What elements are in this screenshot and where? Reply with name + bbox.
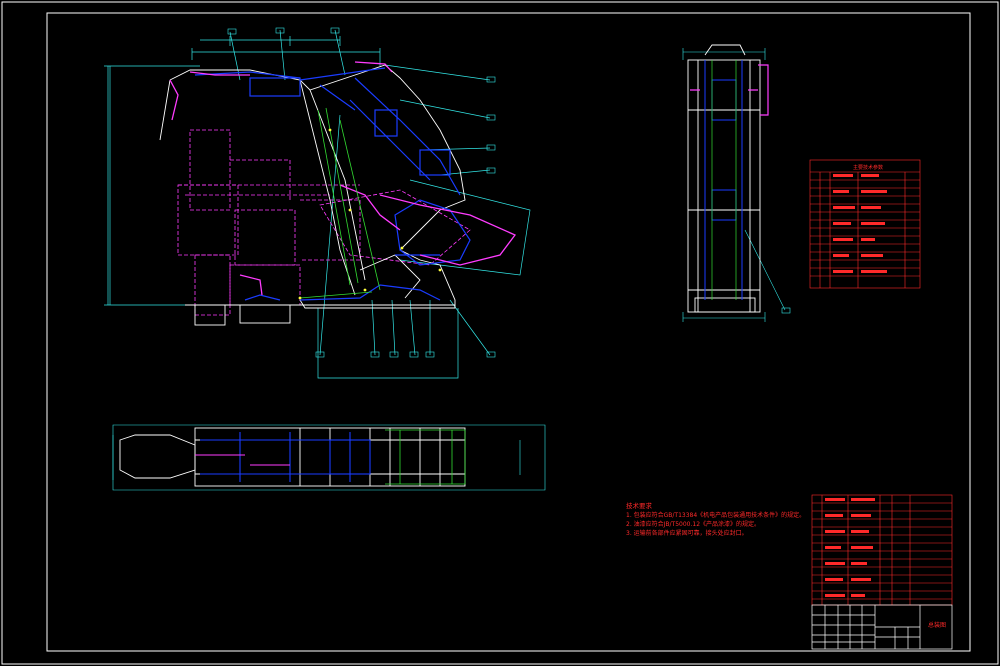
parts-list[interactable]: [811, 494, 953, 606]
top-view[interactable]: [112, 424, 546, 491]
technical-requirements-heading: 技术要求: [626, 502, 652, 510]
front-view-green: [711, 60, 737, 300]
side-view-dimensions: [104, 29, 531, 379]
parts-list-rows: [812, 495, 952, 605]
front-view-blue: [704, 60, 743, 300]
top-view-magenta: [195, 454, 290, 466]
parameter-table-title: 主要技术参数: [852, 165, 883, 171]
technical-requirement-line: 1. 包装应符合GB/T13384《机电产品包装通用技术条件》的规定。: [626, 512, 806, 519]
drawing-frame: [1, 1, 999, 665]
front-view-magenta: [690, 64, 769, 116]
hidden-body-dashed: [177, 129, 471, 316]
side-view[interactable]: [104, 27, 531, 379]
parameter-table[interactable]: [809, 159, 921, 289]
guide-rods: [299, 107, 381, 299]
cad-drawing-canvas[interactable]: [0, 0, 1000, 666]
front-view[interactable]: [682, 44, 791, 322]
technical-requirements: 技术要求 1. 包装应符合GB/T13384《机电产品包装通用技术条件》的规定。…: [626, 502, 816, 538]
top-view-blue: [200, 432, 371, 482]
technical-requirement-line: 2. 油漆应符合JB/T5000.12《产品涂漆》的规定。: [626, 521, 761, 528]
boom-highlight: [169, 61, 517, 296]
top-view-green: [385, 429, 466, 485]
parameter-table-entries: [833, 174, 887, 273]
drawing-stamp-label: 总装图: [927, 622, 946, 629]
parts-list-entries: [825, 498, 875, 597]
front-view-outline: [687, 44, 761, 313]
top-view-outline: [119, 427, 466, 487]
technical-requirement-line: 3. 运输前各部件应紧固可靠，接头处应封口。: [626, 530, 748, 537]
top-view-dimensions: [112, 424, 546, 491]
